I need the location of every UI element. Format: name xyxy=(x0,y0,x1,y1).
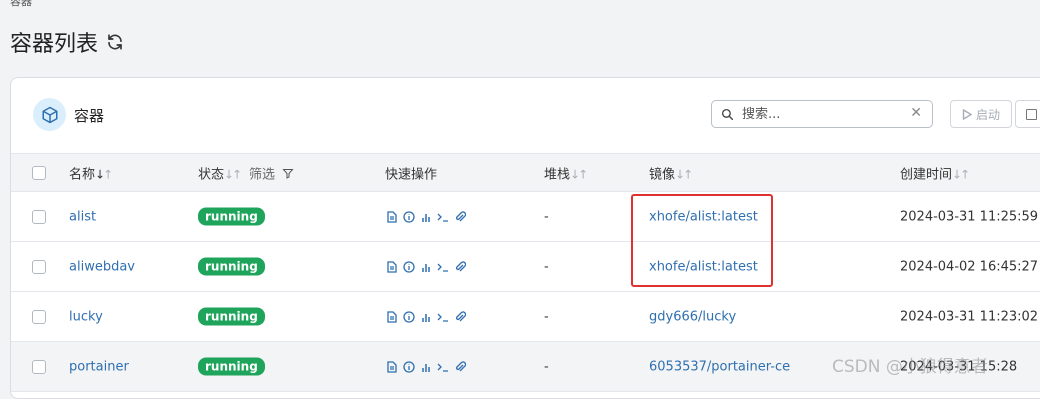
filter-button[interactable]: 筛选 xyxy=(249,163,294,182)
attach-icon[interactable] xyxy=(454,260,466,273)
created-time: 2024-03-31 11:23:02 xyxy=(900,309,1039,324)
console-icon[interactable] xyxy=(437,361,449,373)
sort-icon: ↑ xyxy=(103,167,113,181)
stack-value: - xyxy=(544,359,549,374)
info-icon[interactable] xyxy=(403,310,415,323)
attach-icon[interactable] xyxy=(454,310,466,323)
quick-actions xyxy=(386,260,466,273)
cube-icon xyxy=(42,106,57,123)
play-icon xyxy=(962,108,972,120)
status-badge-label: running xyxy=(198,257,265,275)
sort-icon: ↓↑ xyxy=(570,167,588,181)
col-image[interactable]: 镜像↓↑ xyxy=(649,163,693,182)
col-name[interactable]: 名称↓↑ xyxy=(69,163,113,182)
image-link[interactable]: xhofe/alist:latest xyxy=(649,209,758,224)
stats-icon[interactable] xyxy=(420,211,432,223)
start-button[interactable]: 启动 xyxy=(950,100,1012,128)
quick-actions xyxy=(386,210,466,223)
console-icon[interactable] xyxy=(437,261,449,273)
col-state[interactable]: 状态↓↑ xyxy=(198,163,242,182)
logs-icon[interactable] xyxy=(386,260,398,273)
filter-icon xyxy=(282,168,294,179)
sort-icon: ↓↑ xyxy=(952,167,970,181)
table-header: 名称↓↑ 状态↓↑ 筛选 快速操作 堆栈↓↑ 镜像↓↑ 创建时间↓↑ xyxy=(11,154,1040,192)
console-icon[interactable] xyxy=(437,211,449,223)
cube-icon-wrap xyxy=(33,98,66,131)
status-badge-label: running xyxy=(198,307,265,325)
logs-icon[interactable] xyxy=(386,310,398,323)
status-badge: running xyxy=(198,257,265,275)
stack-value: - xyxy=(544,209,549,224)
attach-icon[interactable] xyxy=(454,210,466,223)
stop-icon xyxy=(1026,109,1037,120)
card-title: 容器 xyxy=(74,107,105,125)
search-box[interactable]: ✕ xyxy=(711,100,933,128)
container-name-link[interactable]: aliwebdav xyxy=(69,259,135,274)
status-badge-label: running xyxy=(198,357,265,375)
page-title-row: 容器列表 xyxy=(10,26,124,58)
status-badge-label: running xyxy=(198,207,265,225)
col-quick-actions: 快速操作 xyxy=(385,167,438,182)
row-checkbox[interactable] xyxy=(32,209,46,224)
status-badge: running xyxy=(198,307,265,325)
col-created-label: 创建时间 xyxy=(900,167,953,182)
refresh-icon[interactable] xyxy=(106,33,124,51)
search-input[interactable] xyxy=(740,105,904,123)
row-checkbox[interactable] xyxy=(32,309,46,324)
col-created[interactable]: 创建时间↓↑ xyxy=(900,163,970,182)
created-time: 2024-03-31 11:25:59 xyxy=(900,209,1039,224)
table-row[interactable]: lucky running - gdy666/lucky 2024-03-31 … xyxy=(11,292,1040,342)
page-title: 容器列表 xyxy=(10,32,99,57)
table-row[interactable]: alist running - xhofe/alist:latest 2024-… xyxy=(11,192,1040,242)
info-icon[interactable] xyxy=(403,360,415,373)
col-name-label: 名称 xyxy=(69,167,96,182)
status-badge: running xyxy=(198,357,265,375)
col-state-label: 状态 xyxy=(198,167,225,182)
sort-icon: ↓↑ xyxy=(224,167,242,181)
breadcrumb[interactable]: 容器 xyxy=(10,0,32,9)
col-stack-label: 堆栈 xyxy=(544,167,571,182)
status-badge: running xyxy=(198,207,265,225)
stack-value: - xyxy=(544,259,549,274)
col-stack[interactable]: 堆栈↓↑ xyxy=(544,163,588,182)
container-name-link[interactable]: alist xyxy=(69,209,96,224)
container-name-link[interactable]: portainer xyxy=(69,359,129,374)
card-header: 容器 ✕ 启动 xyxy=(11,78,1040,154)
image-link[interactable]: gdy666/lucky xyxy=(649,309,736,324)
stop-button[interactable] xyxy=(1015,100,1040,128)
stats-icon[interactable] xyxy=(420,261,432,273)
quick-actions xyxy=(386,360,466,373)
start-label: 启动 xyxy=(975,107,1000,122)
info-icon[interactable] xyxy=(403,210,415,223)
select-all-checkbox[interactable] xyxy=(32,165,46,180)
row-checkbox[interactable] xyxy=(32,259,46,274)
image-link[interactable]: 6053537/portainer-ce xyxy=(649,359,790,374)
search-icon xyxy=(721,108,734,120)
containers-card: 容器 ✕ 启动 名称↓↑ 状态↓↑ 筛选 快速操作 堆栈↓↑ 镜像↓↑ 创建时间… xyxy=(10,77,1040,399)
watermark: CSDN @小狼得意者 xyxy=(832,357,988,377)
sort-icon: ↓↑ xyxy=(675,167,693,181)
stack-value: - xyxy=(544,309,549,324)
console-icon[interactable] xyxy=(437,311,449,323)
stats-icon[interactable] xyxy=(420,361,432,373)
image-link[interactable]: xhofe/alist:latest xyxy=(649,259,758,274)
col-image-label: 镜像 xyxy=(649,167,676,182)
sort-icon: ↓ xyxy=(95,167,105,181)
logs-icon[interactable] xyxy=(386,210,398,223)
container-name-link[interactable]: lucky xyxy=(69,309,103,324)
clear-icon[interactable]: ✕ xyxy=(910,105,922,121)
stats-icon[interactable] xyxy=(420,311,432,323)
logs-icon[interactable] xyxy=(386,360,398,373)
info-icon[interactable] xyxy=(403,260,415,273)
row-checkbox[interactable] xyxy=(32,359,46,374)
attach-icon[interactable] xyxy=(454,360,466,373)
quick-actions xyxy=(386,310,466,323)
table-row[interactable]: aliwebdav running - xhofe/alist:latest 2… xyxy=(11,242,1040,292)
filter-label: 筛选 xyxy=(249,167,276,182)
created-time: 2024-04-02 16:45:27 xyxy=(900,259,1039,274)
